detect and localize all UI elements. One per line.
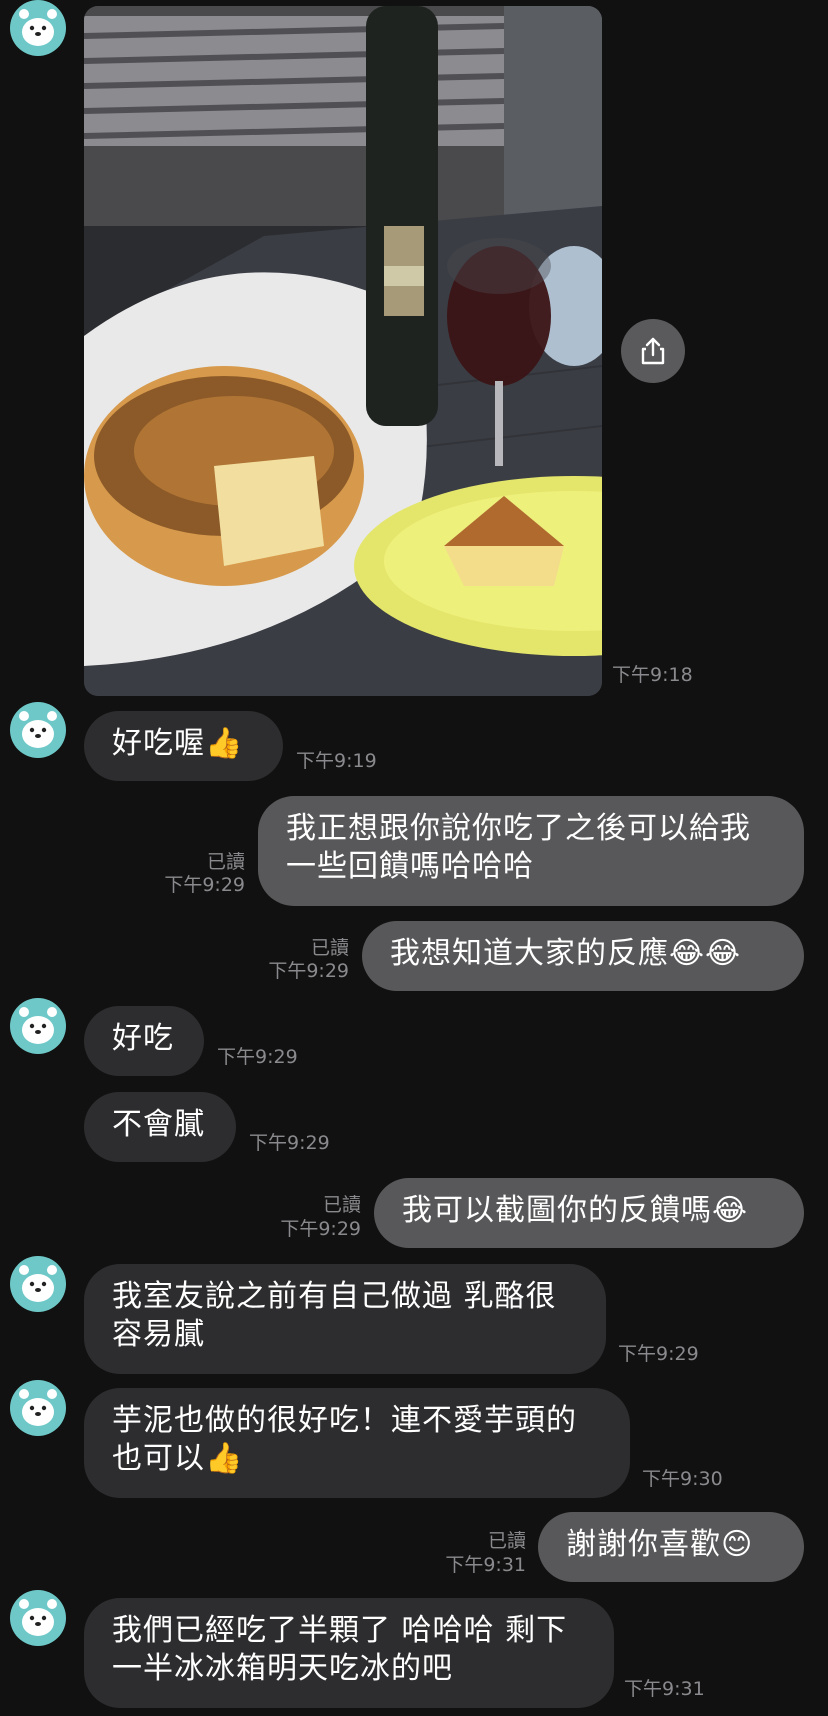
outgoing-message[interactable]: 我正想跟你說你吃了之後可以給我 一些回饋嗎哈哈哈	[258, 796, 804, 906]
bear-face-icon	[19, 1265, 57, 1302]
timestamp: 下午9:29	[249, 1132, 330, 1154]
cheesecake-photo[interactable]	[84, 6, 602, 696]
bear-face-icon	[19, 1007, 57, 1044]
bear-face-icon	[19, 1599, 57, 1636]
timestamp: 下午9:19	[296, 750, 377, 772]
timestamp: 下午9:29	[217, 1046, 298, 1068]
bear-face-icon	[19, 711, 57, 748]
read-receipt: 已讀	[487, 1530, 526, 1552]
outgoing-message[interactable]: 謝謝你喜歡😊	[538, 1512, 804, 1582]
outgoing-message[interactable]: 我想知道大家的反應😂😂	[362, 921, 804, 991]
incoming-message[interactable]: 我們已經吃了半顆了 哈哈哈 剩下 一半冰冰箱明天吃冰的吧	[84, 1598, 614, 1708]
timestamp: 下午9:29	[164, 874, 245, 896]
timestamp: 下午9:31	[624, 1678, 705, 1700]
share-button[interactable]	[621, 319, 685, 383]
contact-avatar[interactable]	[10, 702, 66, 758]
timestamp: 下午9:29	[618, 1343, 699, 1365]
timestamp: 下午9:18	[612, 664, 693, 686]
contact-avatar[interactable]	[10, 0, 66, 56]
contact-avatar[interactable]	[10, 1380, 66, 1436]
contact-avatar[interactable]	[10, 1256, 66, 1312]
timestamp: 下午9:30	[642, 1468, 723, 1490]
incoming-message[interactable]: 芋泥也做的很好吃！連不愛芋頭的 也可以👍	[84, 1388, 630, 1498]
bear-face-icon	[19, 1389, 57, 1426]
contact-avatar[interactable]	[10, 1590, 66, 1646]
timestamp: 下午9:29	[268, 960, 349, 982]
incoming-message[interactable]: 好吃	[84, 1006, 204, 1076]
outgoing-message[interactable]: 我可以截圖你的反饋嗎😂	[374, 1178, 804, 1248]
photo-image	[84, 6, 602, 696]
contact-avatar[interactable]	[10, 998, 66, 1054]
read-receipt: 已讀	[206, 851, 245, 873]
bear-face-icon	[19, 9, 57, 46]
incoming-message[interactable]: 我室友說之前有自己做過 乳酪很 容易膩	[84, 1264, 606, 1374]
incoming-message[interactable]: 好吃喔👍	[84, 711, 283, 781]
timestamp: 下午9:31	[445, 1554, 526, 1576]
share-upload-icon	[641, 337, 665, 365]
timestamp: 下午9:29	[280, 1218, 361, 1240]
read-receipt: 已讀	[310, 937, 349, 959]
read-receipt: 已讀	[322, 1194, 361, 1216]
incoming-message[interactable]: 不會膩	[84, 1092, 236, 1162]
